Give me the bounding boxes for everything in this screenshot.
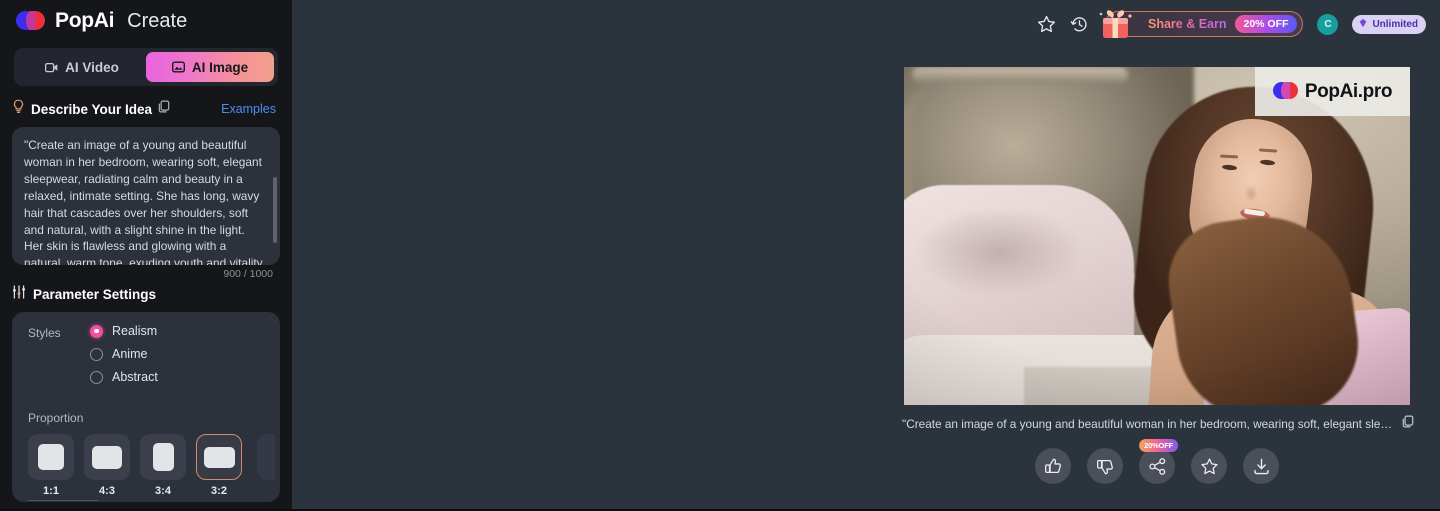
plan-badge-label: Unlimited [1372,18,1418,30]
like-button[interactable] [1035,448,1071,484]
aspect-ratio-icon [140,434,186,480]
history-icon[interactable] [1070,15,1089,34]
image-caption: "Create an image of a young and beautifu… [902,415,1414,433]
image-action-bar: 20%OFF [904,439,1410,484]
popai-create-app: PopAi Create AI Video AI Image Describe … [0,0,1440,511]
styles-radio-list: Realism Anime Abstract [90,324,158,384]
prompt-input[interactable]: "Create an image of a young and beautifu… [24,137,266,265]
styles-group: Styles Realism Anime Abstract [12,324,280,384]
tab-ai-image-label: AI Image [191,59,249,75]
plan-badge[interactable]: Unlimited [1352,14,1426,34]
diamond-icon [1358,18,1368,31]
video-icon [45,62,58,73]
describe-header: Describe Your Idea Examples [12,99,276,119]
share-and-earn-button[interactable]: Share & Earn 20% OFF [1099,10,1304,38]
main-content: Share & Earn 20% OFF C Unlimited PopAi.p… [292,0,1440,511]
share-button[interactable]: 20%OFF [1139,439,1178,484]
style-option-abstract-label: Abstract [112,370,158,384]
proportion-option-1-1-label: 1:1 [43,485,59,497]
page-title: Create [127,9,188,32]
popai-logo-icon [1272,82,1299,101]
proportion-option-4-3[interactable]: 4:3 [84,434,130,497]
proportion-option-1-1[interactable]: 1:1 [28,434,74,497]
proportion-label: Proportion [28,411,84,425]
watermark: PopAi.pro [1255,67,1410,116]
brand-header: PopAi Create [0,0,292,42]
tab-ai-video[interactable]: AI Video [18,52,146,82]
mode-tabs: AI Video AI Image [14,48,278,86]
dislike-button[interactable] [1087,448,1123,484]
style-option-realism[interactable]: Realism [90,324,158,338]
prompt-input-container[interactable]: "Create an image of a young and beautifu… [12,127,280,265]
gift-box-icon [1092,4,1138,46]
sidebar: PopAi Create AI Video AI Image Describe … [0,0,292,511]
proportion-option-3-4-label: 3:4 [155,485,171,497]
aspect-ratio-icon [84,434,130,480]
share-and-earn-label: Share & Earn [1147,17,1227,31]
share-discount-badge: 20%OFF [1139,439,1178,452]
lightbulb-icon [12,99,25,119]
style-option-realism-label: Realism [112,324,158,338]
aspect-ratio-icon [28,434,74,480]
popai-logo-icon [16,10,46,32]
proportion-option-3-4[interactable]: 3:4 [140,434,186,497]
star-icon[interactable] [1037,15,1056,34]
radio-icon [90,370,103,384]
tab-ai-image[interactable]: AI Image [146,52,274,82]
favorite-button[interactable] [1191,448,1227,484]
top-bar: Share & Earn 20% OFF C Unlimited [1037,0,1440,48]
proportion-options: 1:1 4:3 3:4 3:2 [12,434,280,501]
parameter-settings-header: Parameter Settings [12,285,292,304]
examples-link[interactable]: Examples [221,102,276,116]
proportion-scroll-indicator[interactable] [28,499,98,501]
aspect-ratio-icon [196,434,242,480]
image-caption-text: "Create an image of a young and beautifu… [902,417,1393,431]
download-button[interactable] [1243,448,1279,484]
proportion-option-3-2-label: 3:2 [211,485,227,497]
copy-icon[interactable] [1402,415,1414,433]
radio-icon [90,347,103,361]
proportion-option-next[interactable] [252,434,280,497]
parameter-settings-panel: Styles Realism Anime Abstract Proportion… [12,312,280,502]
aspect-ratio-icon [257,434,275,480]
brand-name: PopAi [55,9,115,32]
style-option-anime-label: Anime [112,347,148,361]
parameter-settings-title: Parameter Settings [33,287,157,302]
watermark-label: PopAi.pro [1304,80,1393,102]
style-option-abstract[interactable]: Abstract [90,370,158,384]
prompt-scrollbar[interactable] [273,177,277,243]
copy-icon[interactable] [158,100,170,118]
styles-label: Styles [28,326,61,340]
proportion-option-3-2[interactable]: 3:2 [196,434,242,497]
tab-ai-video-label: AI Video [65,59,119,75]
describe-title: Describe Your Idea [31,101,153,117]
radio-icon [90,324,103,338]
style-option-anime[interactable]: Anime [90,347,158,361]
proportion-option-4-3-label: 4:3 [99,485,115,497]
character-counter: 900 / 1000 [223,268,273,280]
sliders-icon [12,285,26,304]
discount-badge: 20% OFF [1234,15,1298,33]
generated-photo [904,67,1410,405]
generated-image[interactable]: PopAi.pro [904,67,1410,405]
image-icon [171,61,185,73]
avatar[interactable]: C [1317,13,1339,35]
